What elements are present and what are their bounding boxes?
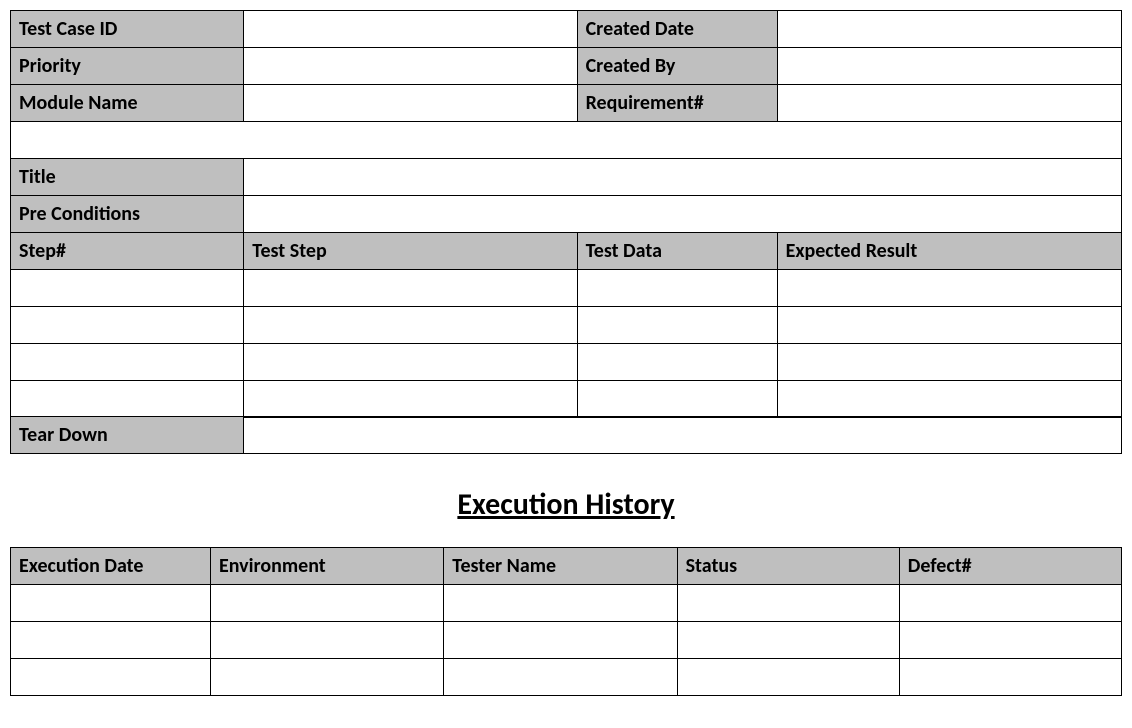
label-priority: Priority xyxy=(11,48,244,85)
value-modulename xyxy=(244,85,577,122)
exec-row xyxy=(11,622,1122,659)
row-modulename: Module Name Requirement# xyxy=(11,85,1122,122)
cell-status xyxy=(677,659,899,696)
col-testdata: Test Data xyxy=(577,232,777,269)
value-requirementno xyxy=(777,85,1121,122)
col-status: Status xyxy=(677,548,899,585)
value-testcaseid xyxy=(244,11,577,48)
cell-executiondate xyxy=(11,659,211,696)
value-createdby xyxy=(777,48,1121,85)
cell-environment xyxy=(210,585,443,622)
label-createdby: Created By xyxy=(577,48,777,85)
value-title xyxy=(244,159,1122,196)
cell-testername xyxy=(444,659,677,696)
exec-row xyxy=(11,659,1122,696)
cell-teststep xyxy=(244,380,577,417)
row-teardown: Tear Down xyxy=(11,417,1122,454)
row-priority: Priority Created By xyxy=(11,48,1122,85)
exec-header-row: Execution Date Environment Tester Name S… xyxy=(11,548,1122,585)
col-defectno: Defect# xyxy=(899,548,1121,585)
col-expectedresult: Expected Result xyxy=(777,232,1121,269)
cell-environment xyxy=(210,659,443,696)
steps-table: Step# Test Step Test Data Expected Resul… xyxy=(10,232,1122,418)
label-teardown: Tear Down xyxy=(11,417,244,454)
cell-stepno xyxy=(11,380,244,417)
cell-status xyxy=(677,585,899,622)
value-createddate xyxy=(777,11,1121,48)
label-createddate: Created Date xyxy=(577,11,777,48)
steps-header-row: Step# Test Step Test Data Expected Resul… xyxy=(11,232,1122,269)
value-preconditions xyxy=(244,196,1122,233)
row-spacer xyxy=(11,122,1122,159)
cell-testdata xyxy=(577,380,777,417)
col-executiondate: Execution Date xyxy=(11,548,211,585)
cell-testdata xyxy=(577,343,777,380)
row-title: Title xyxy=(11,159,1122,196)
label-title: Title xyxy=(11,159,244,196)
cell-stepno xyxy=(11,269,244,306)
section-title-execution-history: Execution History xyxy=(10,486,1122,523)
step-row xyxy=(11,380,1122,417)
cell-stepno xyxy=(11,343,244,380)
label-preconditions: Pre Conditions xyxy=(11,196,244,233)
cell-teststep xyxy=(244,306,577,343)
cell-expectedresult xyxy=(777,269,1121,306)
exec-row xyxy=(11,585,1122,622)
cell-defectno xyxy=(899,622,1121,659)
cell-testername xyxy=(444,585,677,622)
execution-history-table: Execution Date Environment Tester Name S… xyxy=(10,547,1122,696)
step-row xyxy=(11,269,1122,306)
cell-status xyxy=(677,622,899,659)
col-environment: Environment xyxy=(210,548,443,585)
label-requirementno: Requirement# xyxy=(577,85,777,122)
row-preconditions: Pre Conditions xyxy=(11,196,1122,233)
label-testcaseid: Test Case ID xyxy=(11,11,244,48)
col-testername: Tester Name xyxy=(444,548,677,585)
cell-teststep xyxy=(244,269,577,306)
cell-expectedresult xyxy=(777,380,1121,417)
cell-expectedresult xyxy=(777,343,1121,380)
label-modulename: Module Name xyxy=(11,85,244,122)
col-teststep: Test Step xyxy=(244,232,577,269)
row-testcaseid: Test Case ID Created Date xyxy=(11,11,1122,48)
teardown-table: Tear Down xyxy=(10,416,1122,454)
value-priority xyxy=(244,48,577,85)
value-teardown xyxy=(244,417,1122,454)
cell-executiondate xyxy=(11,622,211,659)
cell-testdata xyxy=(577,306,777,343)
cell-defectno xyxy=(899,659,1121,696)
test-case-table: Test Case ID Created Date Priority Creat… xyxy=(10,10,1122,233)
step-row xyxy=(11,343,1122,380)
cell-stepno xyxy=(11,306,244,343)
cell-testername xyxy=(444,622,677,659)
cell-teststep xyxy=(244,343,577,380)
cell-expectedresult xyxy=(777,306,1121,343)
col-stepno: Step# xyxy=(11,232,244,269)
step-row xyxy=(11,306,1122,343)
cell-executiondate xyxy=(11,585,211,622)
spacer-cell xyxy=(11,122,1122,159)
cell-defectno xyxy=(899,585,1121,622)
cell-environment xyxy=(210,622,443,659)
cell-testdata xyxy=(577,269,777,306)
